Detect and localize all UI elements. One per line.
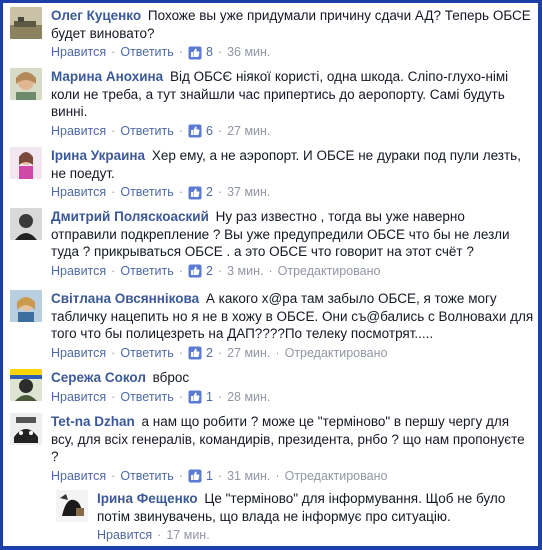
like-count[interactable]: 1 [206, 468, 213, 486]
like-count[interactable]: 8 [206, 44, 213, 62]
avatar[interactable] [10, 290, 42, 322]
reply-button[interactable]: Ответить [120, 345, 173, 363]
like-button[interactable]: Нравится [51, 468, 106, 486]
reply-button[interactable]: Ответить [120, 263, 173, 281]
like-count[interactable]: 2 [206, 184, 213, 202]
like-button[interactable]: Нравится [51, 123, 106, 141]
like-button[interactable]: Нравится [51, 44, 106, 62]
like-count[interactable]: 2 [206, 345, 213, 363]
separator: · [111, 389, 116, 404]
separator: · [217, 345, 223, 360]
separator: · [178, 185, 183, 199]
separator: · [268, 263, 273, 278]
thumbs-up-icon [188, 124, 202, 138]
thumbs-up-icon [188, 390, 202, 404]
like-button[interactable]: Нравится [51, 345, 106, 363]
separator: · [178, 345, 183, 360]
comment-actions: Нравится · Ответить · 6 · 27 мин. [51, 123, 534, 141]
timestamp[interactable]: 31 мин. [227, 468, 270, 486]
separator: · [111, 123, 116, 138]
comment-actions: Нравится · Ответить · 2 · 37 мин. [51, 184, 534, 202]
reply-button[interactable]: Ответить [120, 123, 173, 141]
comment-author[interactable]: Tet-na Dzhan [51, 414, 135, 429]
timestamp[interactable]: 27 мин. [227, 123, 270, 141]
separator: · [178, 468, 183, 483]
comment: Олег Куценко Похоже вы уже придумали при… [10, 7, 534, 62]
separator: · [217, 389, 223, 404]
comment-actions: Нравится · 17 мин. [97, 527, 534, 545]
comment-author[interactable]: Світлана Овсяннікова [51, 291, 199, 306]
comment-actions: Нравится · Ответить · 2 · 27 мин. · Отре… [51, 345, 534, 363]
thumbs-up-icon [188, 264, 202, 278]
avatar[interactable] [10, 413, 42, 445]
comment-author[interactable]: Марина Анохина [51, 69, 163, 84]
separator: · [217, 263, 223, 278]
separator: · [217, 45, 223, 59]
reply-comment: Ірина Фещенко Це "терміново" для інформу… [56, 490, 534, 545]
separator: · [217, 185, 223, 199]
like-button[interactable]: Нравится [51, 263, 106, 281]
edited-label[interactable]: Отредактировано [285, 468, 388, 486]
timestamp[interactable]: 3 мин. [227, 263, 263, 281]
comment: Ірина Украина Хер ему, а не аэропорт. И … [10, 147, 534, 202]
separator: · [111, 185, 116, 199]
like-button[interactable]: Нравится [97, 527, 152, 545]
reply-button[interactable]: Ответить [120, 44, 173, 62]
like-count[interactable]: 2 [206, 263, 213, 281]
reply-button[interactable]: Ответить [120, 468, 173, 486]
separator: · [178, 123, 183, 138]
comment-actions: Нравится · Ответить · 8 · 36 мин. [51, 44, 534, 62]
separator: · [111, 45, 116, 59]
avatar[interactable] [10, 208, 42, 240]
timestamp[interactable]: 28 мин. [227, 389, 270, 407]
reply-button[interactable]: Ответить [120, 184, 173, 202]
edited-label[interactable]: Отредактировано [285, 345, 388, 363]
separator: · [217, 468, 223, 483]
avatar[interactable] [10, 7, 42, 39]
timestamp[interactable]: 37 мин. [227, 184, 270, 202]
like-button[interactable]: Нравится [51, 389, 106, 407]
like-button[interactable]: Нравится [51, 184, 106, 202]
comment: Tet-na Dzhan а нам що робити ? може це "… [10, 413, 534, 485]
separator: · [217, 123, 223, 138]
comment-actions: Нравится · Ответить · 2 · 3 мин. · Отред… [51, 263, 534, 281]
comment-author[interactable]: Ірина Фещенко [97, 491, 198, 506]
timestamp[interactable]: 36 мин. [227, 44, 270, 62]
comment-author[interactable]: Олег Куценко [51, 8, 141, 23]
comment-author[interactable]: Дмитрий Поляскоаский [51, 209, 209, 224]
edited-label[interactable]: Отредактировано [278, 263, 381, 281]
separator: · [111, 345, 116, 360]
thumbs-up-icon [188, 346, 202, 360]
comment: Світлана Овсяннікова А какого х@ра там з… [10, 290, 534, 362]
like-count[interactable]: 6 [206, 123, 213, 141]
thumbs-up-icon [188, 469, 202, 483]
timestamp[interactable]: 17 мин. [166, 527, 209, 545]
separator: · [275, 345, 280, 360]
comment: Дмитрий Поляскоаский Ну раз известно , т… [10, 208, 534, 280]
avatar[interactable] [56, 490, 88, 522]
avatar[interactable] [10, 369, 42, 401]
timestamp[interactable]: 27 мин. [227, 345, 270, 363]
avatar[interactable] [10, 68, 42, 100]
comment: Марина Анохина Від ОБСЄ ніякої користі, … [10, 68, 534, 140]
separator: · [111, 263, 116, 278]
reply-button[interactable]: Ответить [120, 389, 173, 407]
separator: · [157, 528, 162, 542]
comment: Сережа Сокол вброс Нравится · Ответить ·… [10, 369, 534, 406]
separator: · [275, 468, 280, 483]
comment-text: вброс [152, 370, 190, 385]
like-count[interactable]: 1 [206, 389, 213, 407]
separator: · [178, 263, 183, 278]
avatar[interactable] [10, 147, 42, 179]
comment-actions: Нравится · Ответить · 1 · 28 мин. [51, 389, 534, 407]
separator: · [111, 468, 116, 483]
thumbs-up-icon [188, 46, 202, 60]
thumbs-up-icon [188, 186, 202, 200]
comment-actions: Нравится · Ответить · 1 · 31 мин. · Отре… [51, 468, 534, 486]
separator: · [178, 45, 183, 59]
comment-author[interactable]: Сережа Сокол [51, 370, 146, 385]
separator: · [178, 389, 183, 404]
comment-author[interactable]: Ірина Украина [51, 148, 145, 163]
